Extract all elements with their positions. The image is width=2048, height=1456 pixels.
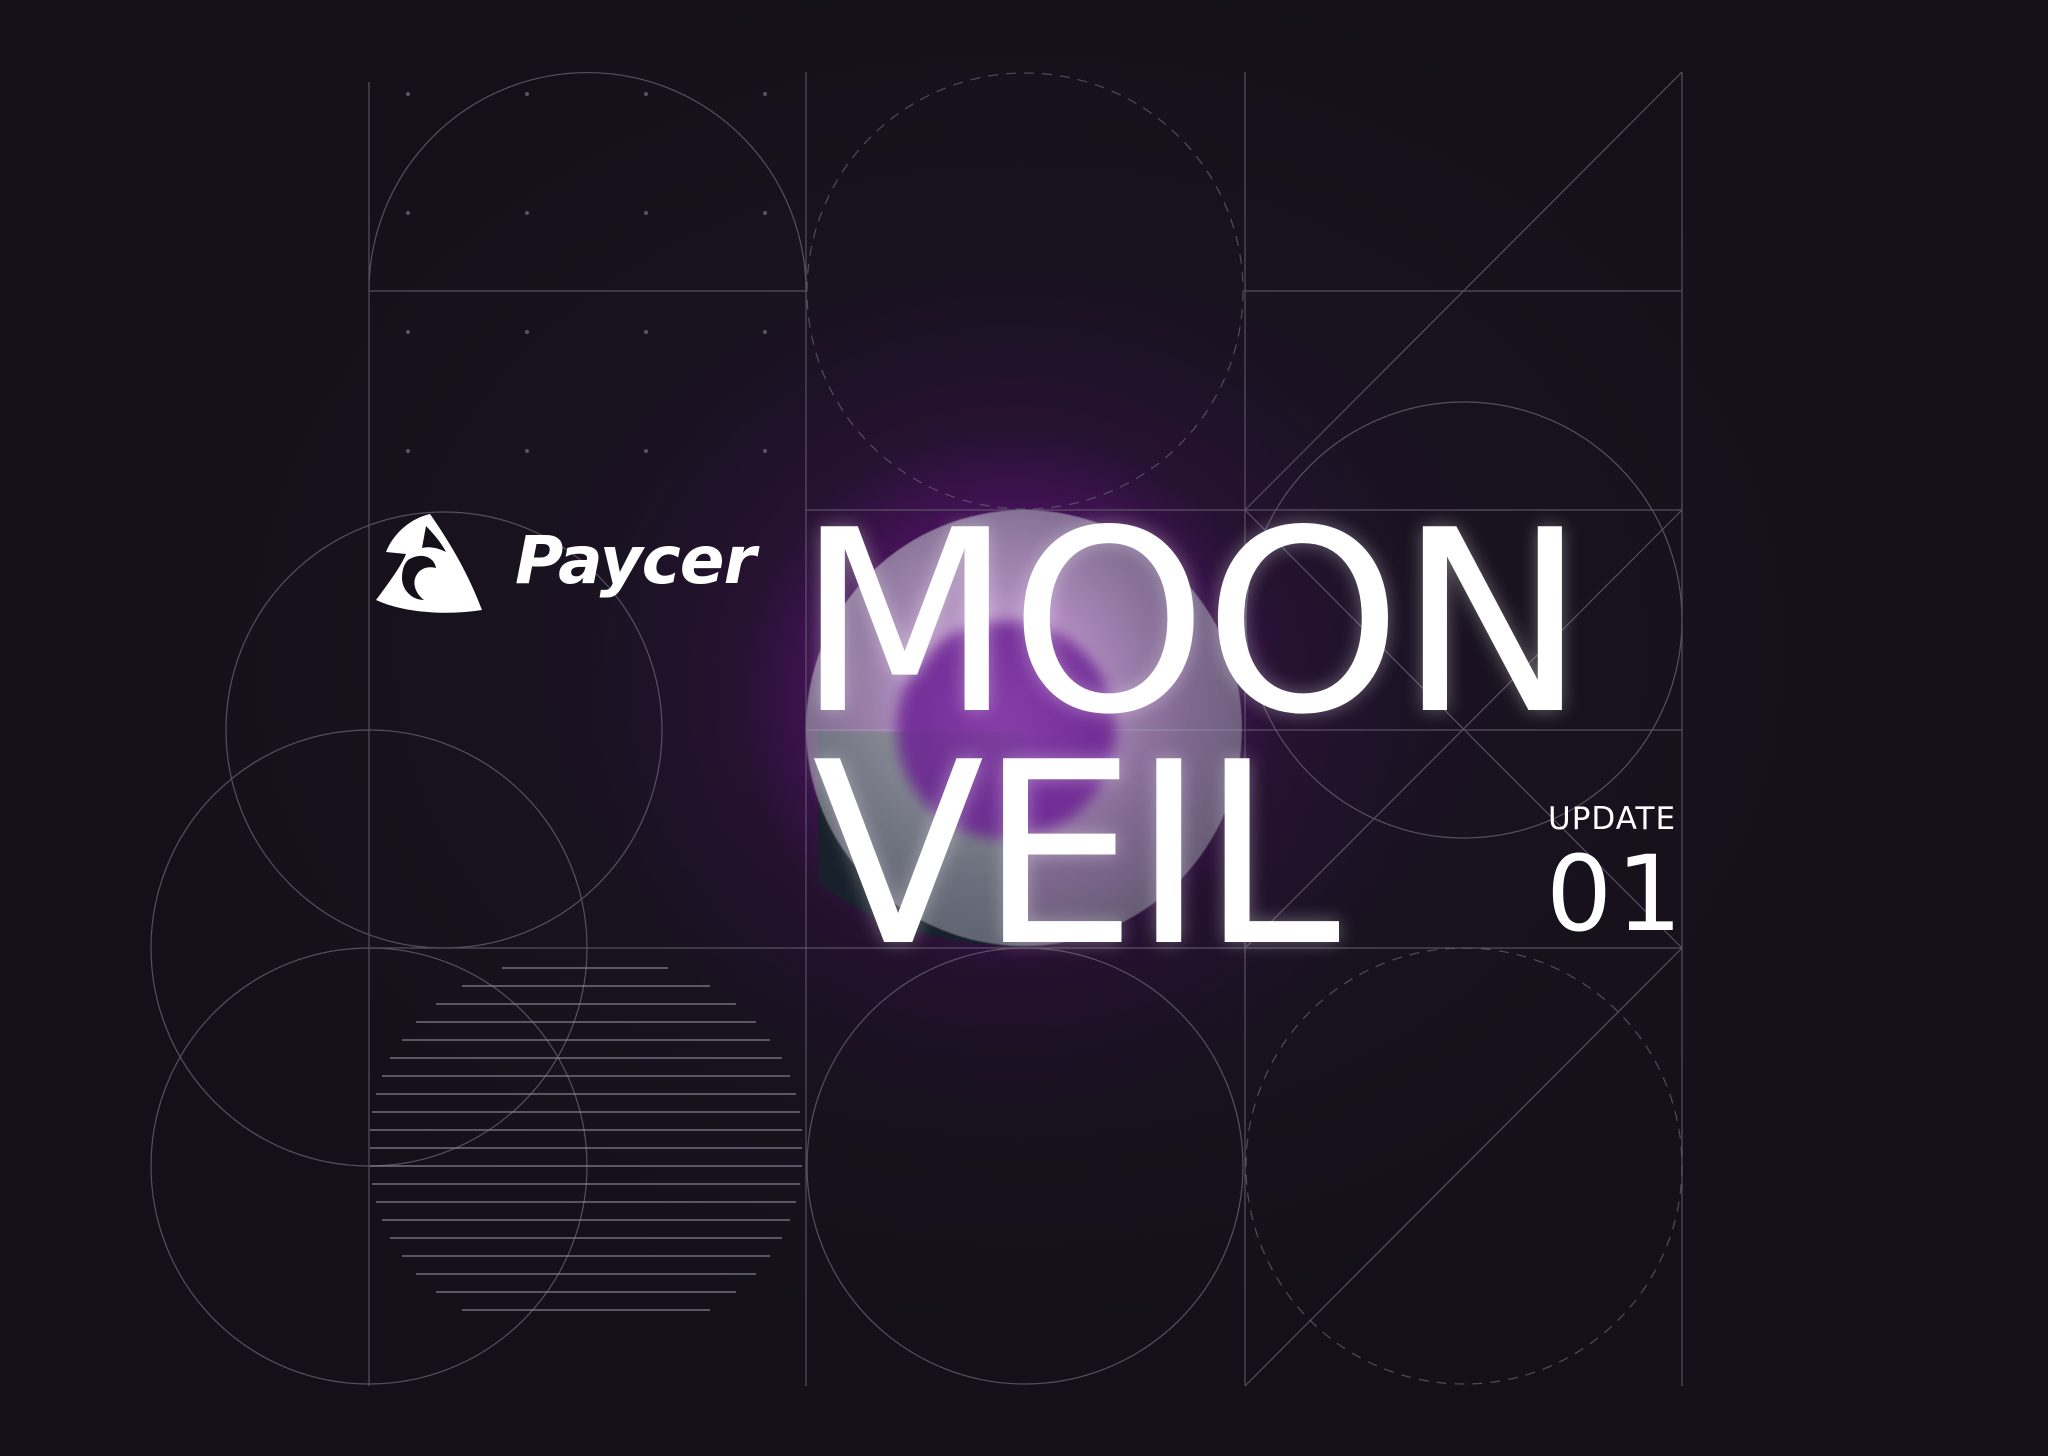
brand-name: Paycer: [515, 522, 756, 599]
horse-head-shield-icon: [376, 514, 482, 613]
brand-logo: Paycer: [372, 510, 756, 620]
poster-canvas: Paycer MOON VEIL UPDATE 01: [0, 0, 2048, 1456]
update-number: 01: [1546, 833, 1687, 955]
update-label: UPDATE: [1548, 801, 1677, 837]
title-line-2: VEIL: [812, 709, 1340, 1002]
